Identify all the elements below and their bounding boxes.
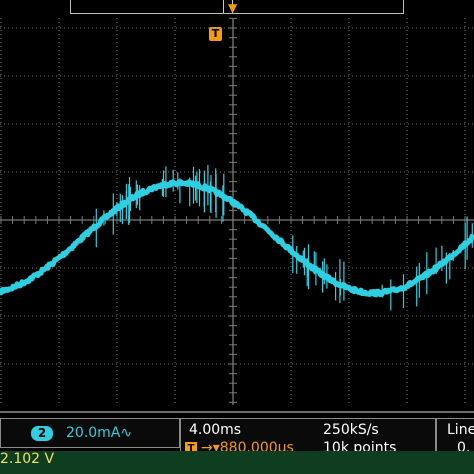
channel-2-scale: 20.0mA∿ — [66, 425, 133, 441]
readout-divider — [0, 411, 474, 413]
channel-2-badge[interactable]: 2 — [31, 426, 53, 441]
oscilloscope-screen: ▼ T 2 20.0mA∿ 4.00ms 250kS/s T →▾880.000… — [0, 0, 474, 474]
trigger-level: 2.102 V — [0, 451, 55, 467]
time-per-division: 4.00ms — [189, 422, 242, 438]
status-bar — [0, 451, 474, 474]
channel-2-readout[interactable]: 2 20.0mA∿ — [0, 418, 180, 448]
trigger-source: Line — [447, 422, 474, 438]
sample-rate: 250kS/s — [323, 422, 379, 438]
channel-2-waveform — [0, 165, 474, 311]
